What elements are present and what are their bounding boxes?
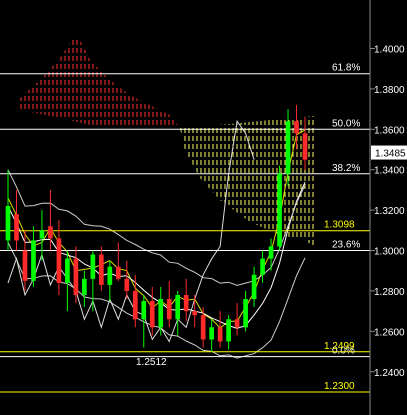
candle-body <box>107 266 113 285</box>
candle-body <box>192 311 198 316</box>
candle-body <box>302 133 308 160</box>
price-tick-label: 1.3000 <box>374 247 405 258</box>
price-tick-label: 1.3400 <box>374 166 405 177</box>
candle-body <box>268 246 274 259</box>
price-tick-label: 1.3200 <box>374 206 405 217</box>
candle-body <box>48 226 53 239</box>
candle-body <box>141 301 147 320</box>
candle-body <box>158 299 164 328</box>
candle-body <box>285 121 291 174</box>
price-tick-label: 1.3800 <box>374 85 405 96</box>
candle-body <box>260 258 265 275</box>
candle-body <box>175 294 181 320</box>
candle-body <box>200 315 206 340</box>
fib-level-label: 50.0% <box>332 118 360 129</box>
candle-body <box>277 173 282 247</box>
candle-body <box>124 278 130 291</box>
candlestick-chart: 61.8%50.0%38.2%23.6%0.0%1.30981.24991.23… <box>0 0 407 415</box>
candle-body <box>166 299 172 320</box>
price-tick-label: 1.2800 <box>374 287 405 298</box>
low-annotation: 1.2512 <box>136 357 167 368</box>
candle-body <box>294 121 299 134</box>
candle-body <box>39 230 45 239</box>
fib-level-label: 38.2% <box>332 163 360 174</box>
fib-level-label: 23.6% <box>332 240 360 251</box>
candle-body <box>209 327 214 340</box>
candle-body <box>115 266 121 279</box>
price-tick-label: 1.4000 <box>374 44 405 55</box>
candle-body <box>56 238 62 283</box>
candle-body <box>22 250 28 281</box>
price-tick-label: 1.2400 <box>374 368 405 379</box>
candle-body <box>234 319 240 328</box>
price-tick-label: 1.3600 <box>374 125 405 136</box>
support-level-label: 1.2300 <box>324 381 355 392</box>
price-tick-label: 1.2600 <box>374 327 405 338</box>
support-level-label: 1.2499 <box>324 341 355 352</box>
candle-body <box>82 278 87 295</box>
candle-body <box>31 240 36 281</box>
candle-body <box>65 258 70 283</box>
candle-body <box>243 299 248 328</box>
candle-body <box>217 327 223 342</box>
candle-body <box>251 274 257 300</box>
candle-body <box>183 294 189 312</box>
candle-body <box>5 206 11 241</box>
candle-body <box>132 290 138 320</box>
candle-body <box>90 254 96 279</box>
candle-body <box>149 301 155 328</box>
candle-body <box>73 258 79 295</box>
candle-body <box>226 319 231 342</box>
current-price-label: 1.3485 <box>375 149 406 160</box>
fib-level-label: 61.8% <box>332 63 360 74</box>
candle-body <box>99 254 104 285</box>
candle-body <box>14 214 19 241</box>
support-level-label: 1.3098 <box>324 220 355 231</box>
